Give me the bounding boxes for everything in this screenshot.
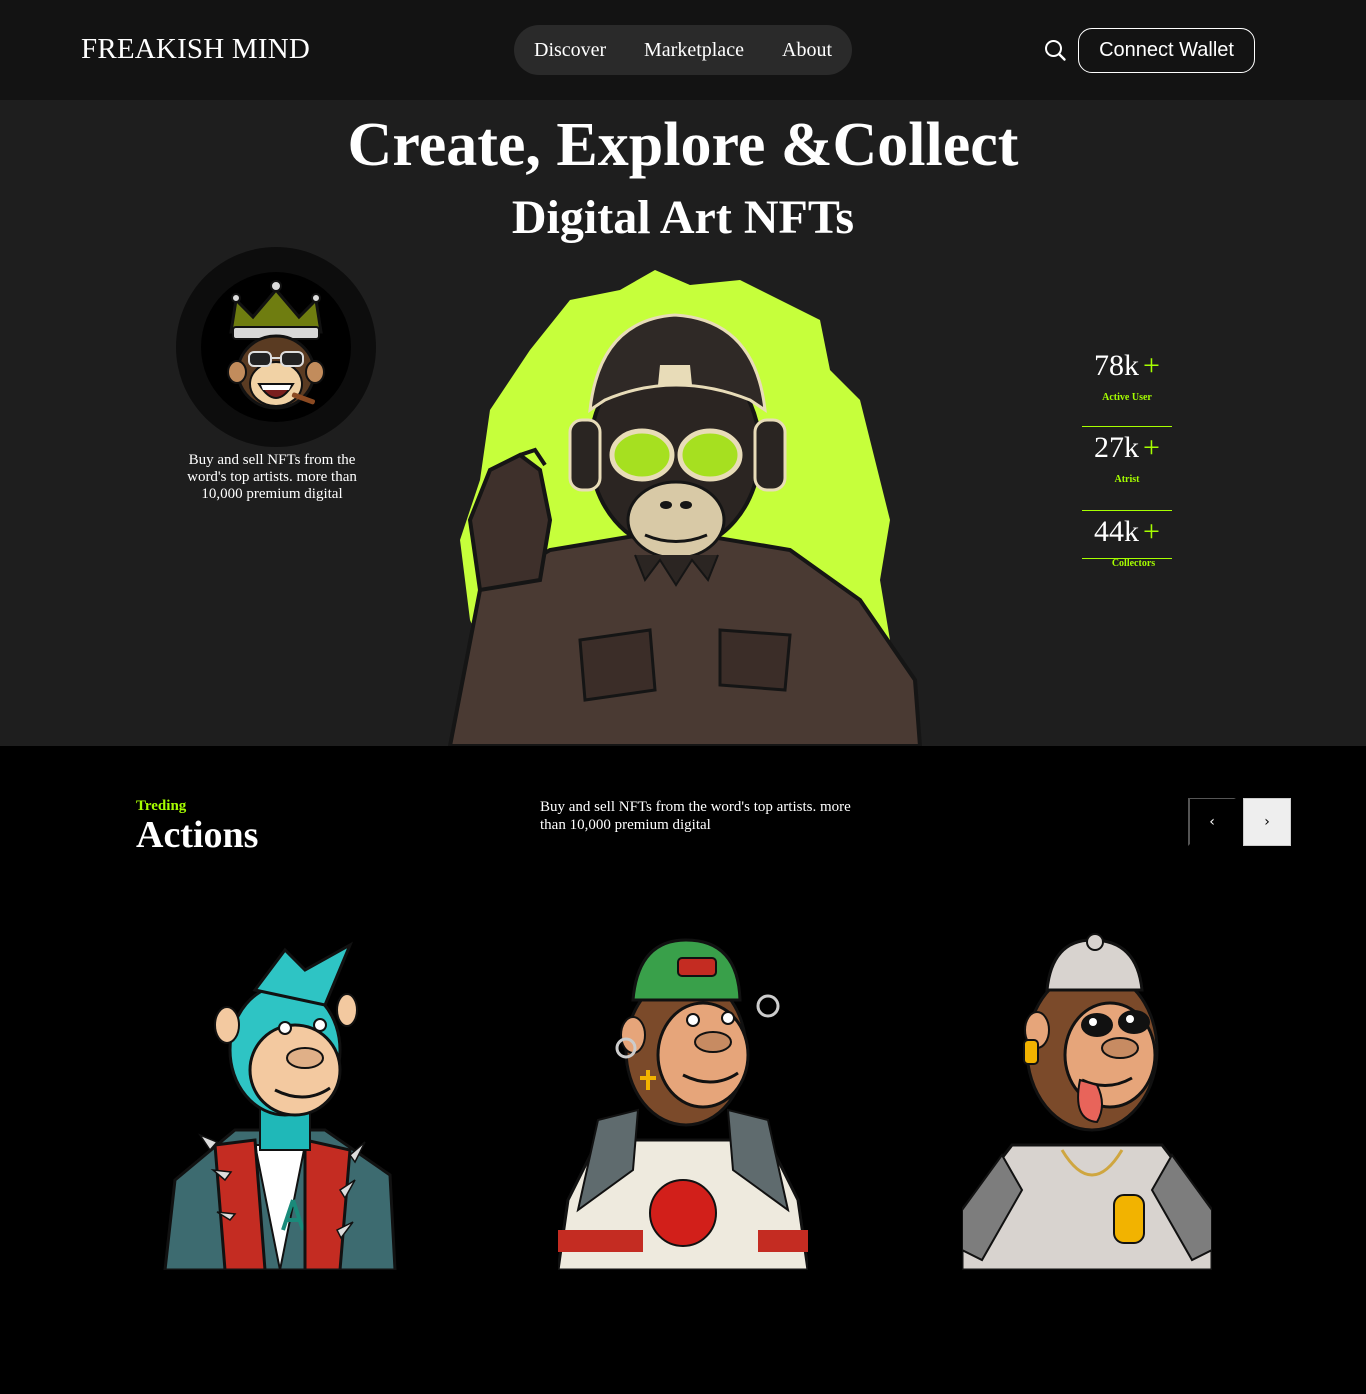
stat-value: 27k + xyxy=(1094,431,1160,464)
logo[interactable]: FREAKISH MIND xyxy=(81,33,310,66)
nav-about[interactable]: About xyxy=(782,39,832,62)
stat-collectors: 44k + xyxy=(1082,511,1172,559)
stat-label: Atrist xyxy=(1114,474,1140,485)
nft-card-beanie-ape[interactable] xyxy=(556,930,810,1272)
nft-card-cap-ape[interactable] xyxy=(960,930,1214,1272)
stat-value: 78k + xyxy=(1094,349,1160,382)
plus-icon: + xyxy=(1143,431,1160,464)
connect-wallet-button[interactable]: Connect Wallet xyxy=(1078,28,1255,73)
nav-discover[interactable]: Discover xyxy=(534,39,606,62)
section-description: Buy and sell NFTs from the word's top ar… xyxy=(540,799,851,833)
plus-icon: + xyxy=(1143,515,1160,548)
search-icon[interactable] xyxy=(1043,38,1067,62)
stat-label: Active User xyxy=(1102,392,1152,403)
hero-section: Create, Explore &Collect Digital Art NFT… xyxy=(0,100,1366,746)
main-nav: Discover Marketplace About xyxy=(514,25,852,75)
section-title: Actions xyxy=(136,814,259,856)
site-header: FREAKISH MIND Discover Marketplace About… xyxy=(0,0,1366,100)
hero-description: Buy and sell NFTs from the word's top ar… xyxy=(187,452,357,502)
plus-icon: + xyxy=(1143,349,1160,382)
next-arrow-button[interactable]: › xyxy=(1243,798,1291,846)
hero-ape-illustration xyxy=(420,260,930,746)
stat-artists: 27k + Atrist xyxy=(1082,427,1172,511)
nft-card-punk-ape[interactable] xyxy=(155,930,405,1272)
hero-subtitle: Digital Art NFTs xyxy=(511,191,855,244)
prev-arrow-button[interactable]: ‹ xyxy=(1188,798,1236,846)
featured-avatar[interactable] xyxy=(176,247,376,447)
nav-marketplace[interactable]: Marketplace xyxy=(644,39,744,62)
stat-active-users: 78k + Active User xyxy=(1082,345,1172,427)
stats-panel: 78k + Active User 27k + Atrist 44k + xyxy=(1082,345,1172,559)
stat-value: 44k + xyxy=(1094,515,1160,548)
hero-title: Create, Explore &Collect xyxy=(347,111,1019,179)
crowned-ape-image xyxy=(201,272,351,422)
stat-label: Collectors xyxy=(1111,558,1156,569)
